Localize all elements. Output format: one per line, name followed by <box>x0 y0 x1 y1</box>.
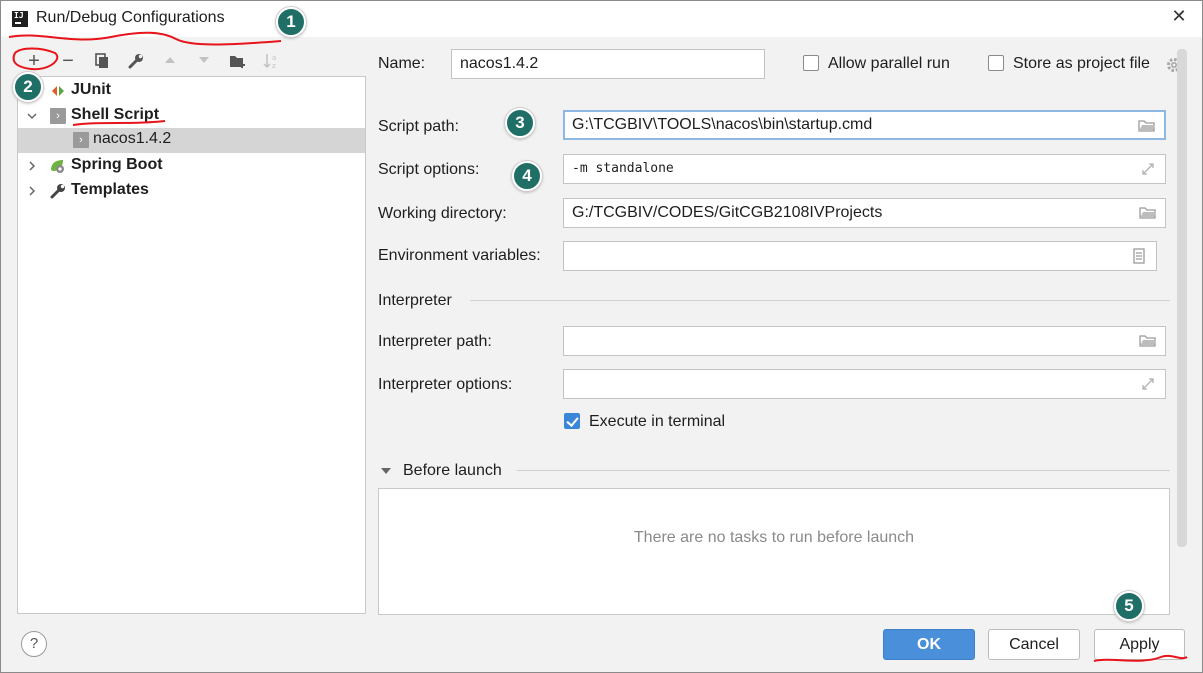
sort-az-icon: az <box>263 54 276 70</box>
new-folder-button[interactable] <box>225 49 251 75</box>
tree-item-label: nacos1.4.2 <box>93 130 172 147</box>
configurations-toolbar: + − az <box>17 49 367 75</box>
cancel-button[interactable]: Cancel <box>988 629 1080 660</box>
script-path-label: Script path: <box>378 118 459 135</box>
edit-templates-button[interactable] <box>123 49 149 75</box>
configurations-tree: JUnit › Shell Script › nacos1.4.2 Spring… <box>17 76 366 614</box>
name-label: Name: <box>378 55 426 72</box>
script-options-label: Script options: <box>378 161 480 178</box>
tree-item-spring-boot[interactable]: Spring Boot <box>18 154 365 179</box>
triangle-down-icon <box>199 57 209 63</box>
run-debug-dialog: IJ Run/Debug Configurations ✕ + − az JUn… <box>0 0 1203 673</box>
environment-variables-field[interactable] <box>563 241 1157 271</box>
annotation-badge-5: 5 <box>1114 591 1144 621</box>
interpreter-separator <box>470 300 1170 301</box>
execute-terminal-checkbox[interactable] <box>564 413 580 429</box>
intellij-app-icon: IJ <box>12 11 28 27</box>
store-project-checkbox[interactable] <box>988 55 1004 71</box>
expand-icon[interactable] <box>1139 161 1157 177</box>
tree-item-label: Templates <box>71 181 149 198</box>
wrench-icon <box>128 54 143 69</box>
form-scrollbar[interactable] <box>1177 49 1187 547</box>
tree-item-nacos[interactable]: › nacos1.4.2 <box>18 128 365 153</box>
expand-icon[interactable] <box>1139 376 1157 392</box>
wrench-icon <box>50 184 65 199</box>
apply-button[interactable]: Apply <box>1094 629 1185 660</box>
annotation-badge-2: 2 <box>13 72 43 102</box>
allow-parallel-checkbox[interactable] <box>803 55 819 71</box>
tree-item-templates[interactable]: Templates <box>18 179 365 204</box>
ok-button[interactable]: OK <box>883 629 975 660</box>
move-down-button[interactable] <box>191 49 217 75</box>
document-icon[interactable] <box>1130 248 1148 264</box>
script-path-value: G:\TCGBIV\TOOLS\nacos\bin\startup.cmd <box>572 116 873 133</box>
tree-item-label: Spring Boot <box>71 156 163 173</box>
help-button[interactable]: ? <box>21 631 47 657</box>
interpreter-options-field[interactable] <box>563 369 1166 399</box>
chevron-right-icon <box>29 186 36 196</box>
chevron-down-icon <box>27 113 37 120</box>
before-launch-separator <box>517 470 1170 471</box>
folder-icon[interactable] <box>1139 333 1157 349</box>
triangle-up-icon <box>165 57 175 63</box>
annotation-badge-4: 4 <box>512 161 542 191</box>
junit-icon <box>52 86 64 96</box>
annotation-badge-1: 1 <box>276 7 306 37</box>
allow-parallel-label: Allow parallel run <box>828 55 950 72</box>
script-path-field[interactable]: G:\TCGBIV\TOOLS\nacos\bin\startup.cmd <box>563 110 1166 140</box>
script-options-field[interactable]: -m standalone <box>563 154 1166 184</box>
remove-configuration-button[interactable]: − <box>55 49 81 75</box>
copy-icon <box>95 53 108 68</box>
interpreter-section-title: Interpreter <box>378 292 452 309</box>
window-title: Run/Debug Configurations <box>36 9 225 26</box>
before-launch-list: There are no tasks to run before launch <box>378 488 1170 615</box>
store-project-label: Store as project file <box>1013 55 1150 72</box>
spring-boot-icon <box>51 160 64 173</box>
before-launch-empty-text: There are no tasks to run before launch <box>633 529 915 546</box>
sort-button[interactable]: az <box>259 49 285 75</box>
working-directory-field[interactable]: G:/TCGBIV/CODES/GitCGB2108IVProjects <box>563 198 1166 228</box>
folder-icon[interactable] <box>1138 118 1156 134</box>
folder-add-icon <box>230 56 245 68</box>
tree-item-label: Shell Script <box>71 106 160 123</box>
tree-item-junit[interactable]: JUnit <box>18 79 365 104</box>
svg-text:a: a <box>272 54 276 62</box>
tree-item-label: JUnit <box>71 81 111 98</box>
script-options-value: -m standalone <box>572 161 674 176</box>
annotation-badge-3: 3 <box>505 108 535 138</box>
working-directory-label: Working directory: <box>378 205 507 222</box>
interpreter-path-field[interactable] <box>563 326 1166 356</box>
chevron-right-icon <box>29 161 36 171</box>
title-bar: IJ Run/Debug Configurations ✕ <box>1 1 1202 37</box>
collapse-triangle-icon[interactable] <box>380 466 392 476</box>
tree-item-shell-script[interactable]: › Shell Script <box>18 104 365 129</box>
environment-variables-label: Environment variables: <box>378 247 541 264</box>
svg-text:z: z <box>272 62 276 69</box>
execute-terminal-label: Execute in terminal <box>589 413 726 430</box>
interpreter-path-label: Interpreter path: <box>378 333 492 350</box>
shell-script-icon: › <box>73 132 89 148</box>
interpreter-options-label: Interpreter options: <box>378 376 513 393</box>
shell-script-icon: › <box>50 108 66 124</box>
before-launch-title: Before launch <box>403 462 502 479</box>
add-configuration-button[interactable]: + <box>21 49 47 75</box>
working-directory-value: G:/TCGBIV/CODES/GitCGB2108IVProjects <box>572 204 883 221</box>
move-up-button[interactable] <box>157 49 183 75</box>
folder-icon[interactable] <box>1139 205 1157 221</box>
name-field[interactable]: nacos1.4.2 <box>451 49 765 79</box>
close-button[interactable]: ✕ <box>1169 6 1189 27</box>
copy-configuration-button[interactable] <box>89 49 115 75</box>
